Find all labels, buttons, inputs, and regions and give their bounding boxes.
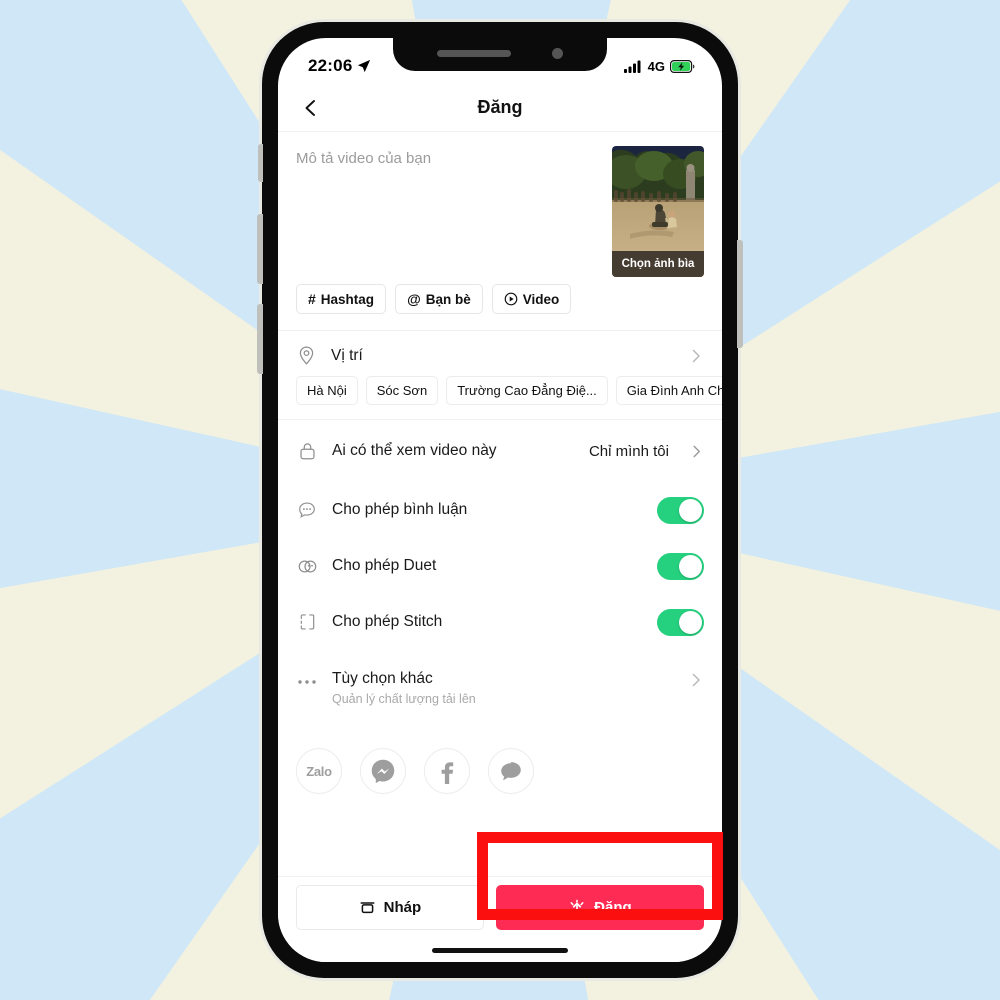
status-bar-left: 22:06: [308, 56, 371, 76]
page-header: Đăng: [278, 84, 722, 132]
screenshot-stage: 22:06 4G Đăng Mô tả video của bạn Chọn ả…: [0, 0, 1000, 1000]
share-zalo-button[interactable]: Zalo: [296, 748, 342, 794]
front-camera-icon: [552, 48, 563, 59]
location-pin-icon: [299, 346, 314, 365]
post-label: Đăng: [594, 899, 632, 916]
facebook-icon: [441, 762, 454, 784]
phone-volume-down-button[interactable]: [257, 304, 263, 374]
sms-bubble-icon: [501, 762, 521, 781]
allow-duet-row[interactable]: Cho phép Duet: [278, 538, 722, 594]
composer-tag-buttons: # Hashtag @ Bạn bè Video: [278, 280, 722, 331]
allow-stitch-row[interactable]: Cho phép Stitch: [278, 594, 722, 650]
chevron-left-icon: [305, 99, 315, 116]
signal-bars-icon: [623, 60, 641, 73]
toggle-knob: [679, 554, 702, 578]
toggle-knob: [679, 610, 702, 634]
status-bar-right: 4G: [623, 58, 696, 74]
phone-mute-switch[interactable]: [258, 144, 263, 182]
allow-stitch-toggle[interactable]: [657, 608, 704, 636]
choose-cover-label[interactable]: Chọn ảnh bìa: [612, 251, 704, 277]
hashtag-label: Hashtag: [320, 291, 375, 307]
back-button[interactable]: [298, 95, 324, 121]
more-options-row[interactable]: Tùy chọn khác Quản lý chất lượng tải lên: [278, 658, 722, 726]
share-messenger-button[interactable]: [360, 748, 406, 794]
at-mention-icon: @: [407, 291, 421, 307]
location-arrow-icon: [358, 59, 371, 73]
allow-comments-row[interactable]: Cho phép bình luận: [278, 482, 722, 538]
toggle-knob: [679, 498, 702, 522]
save-draft-button[interactable]: Nháp: [296, 885, 484, 930]
location-chip[interactable]: Trường Cao Đẳng Điệ...: [446, 376, 608, 405]
location-label: Vị trí: [331, 346, 363, 364]
duet-circles-icon: [296, 555, 318, 577]
lock-icon: [296, 440, 318, 462]
status-bar-time: 22:06: [308, 56, 353, 75]
description-placeholder: Mô tả video của bạn: [296, 150, 432, 167]
composer-section: Mô tả video của bạn Chọn ảnh bìa: [278, 132, 722, 280]
allow-duet-toggle[interactable]: [657, 552, 704, 580]
chevron-right-icon: [692, 349, 700, 362]
location-suggestions: Hà Nội Sóc Sơn Trường Cao Đẳng Điệ... Gi…: [278, 376, 722, 420]
hashtag-button[interactable]: # Hashtag: [296, 284, 387, 314]
allow-duet-label: Cho phép Duet: [332, 557, 437, 574]
comment-bubble-icon: [296, 499, 318, 521]
location-chip[interactable]: Hà Nội: [296, 376, 358, 405]
chevron-right-icon: [693, 445, 701, 457]
earpiece-speaker-icon: [437, 50, 511, 57]
share-sms-button[interactable]: [488, 748, 534, 794]
privacy-value: Chỉ mình tôi: [588, 442, 669, 460]
post-button[interactable]: Đăng: [495, 885, 704, 930]
network-type-label: 4G: [647, 58, 665, 74]
mention-friends-button[interactable]: @ Bạn bè: [395, 284, 483, 314]
location-chip[interactable]: Sóc Sơn: [365, 376, 439, 405]
mention-friends-label: Bạn bè: [425, 291, 471, 307]
location-chip[interactable]: Gia Đình Anh Chị E: [615, 376, 722, 405]
phone-notch: [393, 38, 607, 71]
home-indicator: [432, 948, 568, 953]
bottom-action-bar: Nháp Đăng: [278, 876, 722, 962]
location-row[interactable]: Vị trí: [278, 331, 722, 376]
messenger-icon: [371, 759, 395, 784]
description-input[interactable]: Mô tả video của bạn: [296, 146, 600, 280]
zalo-icon: Zalo: [306, 763, 332, 779]
privacy-row[interactable]: Ai có thể xem video này Chỉ mình tôi: [278, 420, 722, 482]
page-title: Đăng: [477, 97, 523, 117]
allow-comments-label: Cho phép bình luận: [332, 501, 468, 518]
chevron-right-icon: [692, 673, 700, 687]
allow-comments-toggle[interactable]: [657, 496, 704, 524]
share-targets-row: Zalo: [278, 726, 722, 794]
play-circle-icon: [504, 292, 518, 306]
video-tag-label: Video: [522, 291, 560, 307]
save-draft-label: Nháp: [383, 899, 422, 916]
share-facebook-button[interactable]: [424, 748, 470, 794]
video-thumbnail[interactable]: Chọn ảnh bìa: [612, 146, 704, 277]
privacy-label: Ai có thể xem video này: [332, 442, 497, 459]
allow-stitch-label: Cho phép Stitch: [332, 613, 443, 630]
draft-box-icon: [360, 902, 375, 914]
phone-volume-up-button[interactable]: [257, 214, 263, 284]
video-tag-button[interactable]: Video: [491, 284, 572, 314]
phone-device-frame: 22:06 4G Đăng Mô tả video của bạn Chọn ả…: [257, 22, 743, 978]
phone-power-button[interactable]: [737, 240, 743, 348]
post-burst-icon: [570, 899, 584, 914]
phone-screen: 22:06 4G Đăng Mô tả video của bạn Chọn ả…: [278, 38, 722, 962]
stitch-brackets-icon: [296, 611, 318, 633]
hashtag-icon: #: [308, 291, 316, 307]
ellipsis-icon: [296, 670, 318, 692]
more-options-sublabel: Quản lý chất lượng tải lên: [332, 692, 476, 706]
battery-charging-icon: [670, 59, 695, 73]
more-options-label: Tùy chọn khác: [332, 670, 433, 687]
